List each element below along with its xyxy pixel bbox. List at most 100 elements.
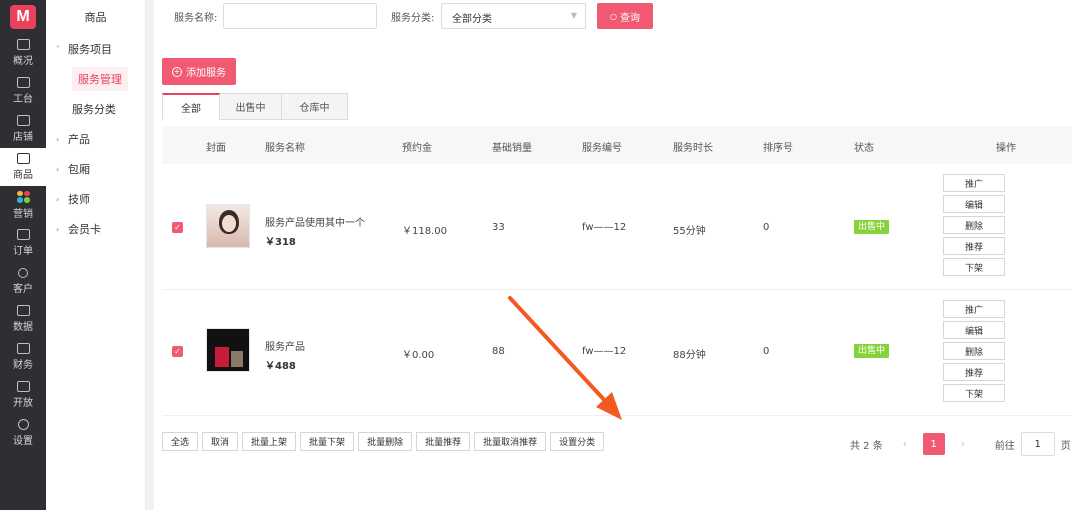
tab-on-sale[interactable]: 出售中 [220,93,282,120]
menu-group-label: 会员卡 [68,223,101,236]
edit-button[interactable]: 编辑 [943,321,1005,339]
batch-off-shelf-button[interactable]: 批量下架 [300,432,355,451]
menu-group-services[interactable]: ˅ 服务项目 [46,34,145,64]
query-button[interactable]: ○ 查询 [597,3,653,29]
rail-item-finance[interactable]: 财务 [0,338,46,376]
set-category-button[interactable]: 设置分类 [550,432,605,451]
menu-group-rooms[interactable]: › 包厢 [46,154,145,184]
bulk-actions: 全选 取消 批量上架 批量下架 批量删除 批量推荐 批量取消推荐 设置分类 [162,432,605,451]
menu-group-member-cards[interactable]: › 会员卡 [46,214,145,244]
service-table: 封面 服务名称 预约金 基础销量 服务编号 服务时长 排序号 状态 操作 ✓ 服… [162,126,1072,416]
col-name: 服务名称 [265,143,305,154]
table-row: ✓ 服务产品 ￥488 ￥0.00 88 fw——12 88分钟 0 出售中 推… [162,290,1072,416]
trend-icon [16,305,30,316]
batch-on-shelf-button[interactable]: 批量上架 [242,432,297,451]
menu-item-service-manage[interactable]: 服务管理 [46,64,145,94]
rail-item-settings[interactable]: 设置 [0,414,46,452]
service-category-select[interactable]: 全部分类 ▼ [441,3,586,29]
col-duration: 服务时长 [673,143,713,154]
row-operations: 推广 编辑 删除 推荐 下架 [943,174,1005,279]
wallet-icon [16,343,30,354]
take-off-shelf-button[interactable]: 下架 [943,258,1005,276]
chevron-left-icon[interactable]: ‹ [897,439,913,450]
batch-delete-button[interactable]: 批量删除 [358,432,413,451]
col-deposit: 预约金 [402,143,432,154]
rail-item-data[interactable]: 数据 [0,300,46,338]
menu-group-label: 技师 [68,193,90,206]
service-price: ￥488 [265,361,296,372]
pagination: 共 2 条 ‹ 1 › 前往 1 页 [850,432,1071,456]
chevron-right-icon: › [56,224,60,234]
rail-item-store[interactable]: 店铺 [0,110,46,148]
chevron-right-icon[interactable]: › [955,439,971,450]
rail-item-marketing[interactable]: 营销 [0,186,46,224]
sales-cell: 88 [492,346,505,357]
tab-in-stock[interactable]: 仓库中 [282,93,348,120]
col-ops: 操作 [996,143,1016,154]
menu-group-technicians[interactable]: › 技师 [46,184,145,214]
row-checkbox[interactable]: ✓ [172,222,183,233]
delete-button[interactable]: 删除 [943,216,1005,234]
logo: M [0,0,46,34]
gear-icon [17,419,29,430]
page-1-button[interactable]: 1 [922,433,945,455]
main-nav-rail: M 概况 工台 店铺 商品 营销 订单 客户 数据 财务 开放 设置 [0,0,46,510]
monitor-icon [16,77,30,88]
promote-button[interactable]: 推广 [943,174,1005,192]
table-header: 封面 服务名称 预约金 基础销量 服务编号 服务时长 排序号 状态 操作 [162,126,1072,164]
goto-page-input[interactable]: 1 [1020,432,1055,456]
batch-cancel-recommend-button[interactable]: 批量取消推荐 [474,432,547,451]
batch-recommend-button[interactable]: 批量推荐 [416,432,471,451]
rail-item-label: 客户 [13,283,33,295]
add-service-button[interactable]: + 添加服务 [162,58,236,85]
sub-menu: 商品 ˅ 服务项目 服务管理 服务分类 › 产品 › 包厢 › 技师 › 会员卡 [46,0,146,510]
cancel-button[interactable]: 取消 [202,432,239,451]
rail-item-goods[interactable]: 商品 [0,148,46,186]
service-name-label: 服务名称: [174,13,218,24]
recommend-button[interactable]: 推荐 [943,237,1005,255]
col-cover: 封面 [206,143,226,154]
menu-group-label: 包厢 [68,163,90,176]
service-name-input[interactable] [223,3,377,29]
bag-icon [16,153,30,164]
sort-cell: 0 [763,346,770,357]
rail-item-orders[interactable]: 订单 [0,224,46,262]
duration-cell: 88分钟 [673,350,706,361]
deposit-cell: ￥0.00 [402,350,435,361]
code-cell: fw——12 [582,222,627,233]
order-icon [16,229,30,240]
select-all-button[interactable]: 全选 [162,432,199,451]
rail-item-label: 订单 [13,246,33,257]
menu-group-label: 服务项目 [68,43,112,56]
menu-item-label: 服务管理 [72,67,128,91]
menu-item-service-category[interactable]: 服务分类 [46,94,145,124]
take-off-shelf-button[interactable]: 下架 [943,384,1005,402]
rail-item-overview[interactable]: 概况 [0,34,46,72]
rail-item-label: 开放 [13,398,33,409]
menu-group-label: 产品 [68,133,90,146]
apps-icon [16,190,30,203]
delete-button[interactable]: 删除 [943,342,1005,360]
recommend-button[interactable]: 推荐 [943,363,1005,381]
status-badge: 出售中 [854,220,890,234]
edit-button[interactable]: 编辑 [943,195,1005,213]
promote-button[interactable]: 推广 [943,300,1005,318]
chevron-right-icon: › [56,194,60,204]
row-checkbox[interactable]: ✓ [172,346,183,357]
submenu-title: 商品 [84,11,107,24]
rail-item-workbench[interactable]: 工台 [0,72,46,110]
chart-icon [16,39,30,50]
rail-item-customers[interactable]: 客户 [0,262,46,300]
total-count: 共 2 条 [850,440,883,452]
tab-all[interactable]: 全部 [162,93,220,120]
rail-item-open[interactable]: 开放 [0,376,46,414]
logo-icon: M [10,5,36,29]
col-code: 服务编号 [582,143,622,154]
menu-group-products[interactable]: › 产品 [46,124,145,154]
chevron-right-icon: › [56,134,60,144]
code-cell: fw——12 [582,346,627,357]
service-cover-image [206,328,250,372]
search-icon: ○ [610,11,617,21]
page-unit-label: 页 [1060,440,1071,452]
deposit-cell: ￥118.00 [402,226,447,237]
